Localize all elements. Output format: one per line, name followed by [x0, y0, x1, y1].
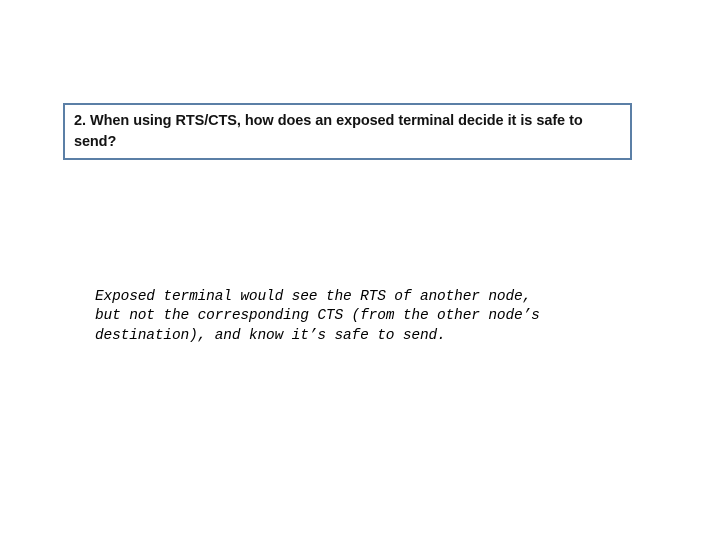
answer-line-3: destination), and know it’s safe to send…	[95, 327, 446, 344]
slide-canvas: 2. When using RTS/CTS, how does an expos…	[0, 0, 720, 540]
question-callout-box: 2. When using RTS/CTS, how does an expos…	[63, 103, 632, 161]
question-text: 2. When using RTS/CTS, how does an expos…	[74, 113, 583, 150]
answer-line-2: but not the corresponding CTS (from the …	[95, 308, 540, 325]
answer-line-1: Exposed terminal would see the RTS of an…	[95, 289, 532, 305]
answer-block: Exposed terminal would see the RTS of an…	[95, 288, 635, 346]
